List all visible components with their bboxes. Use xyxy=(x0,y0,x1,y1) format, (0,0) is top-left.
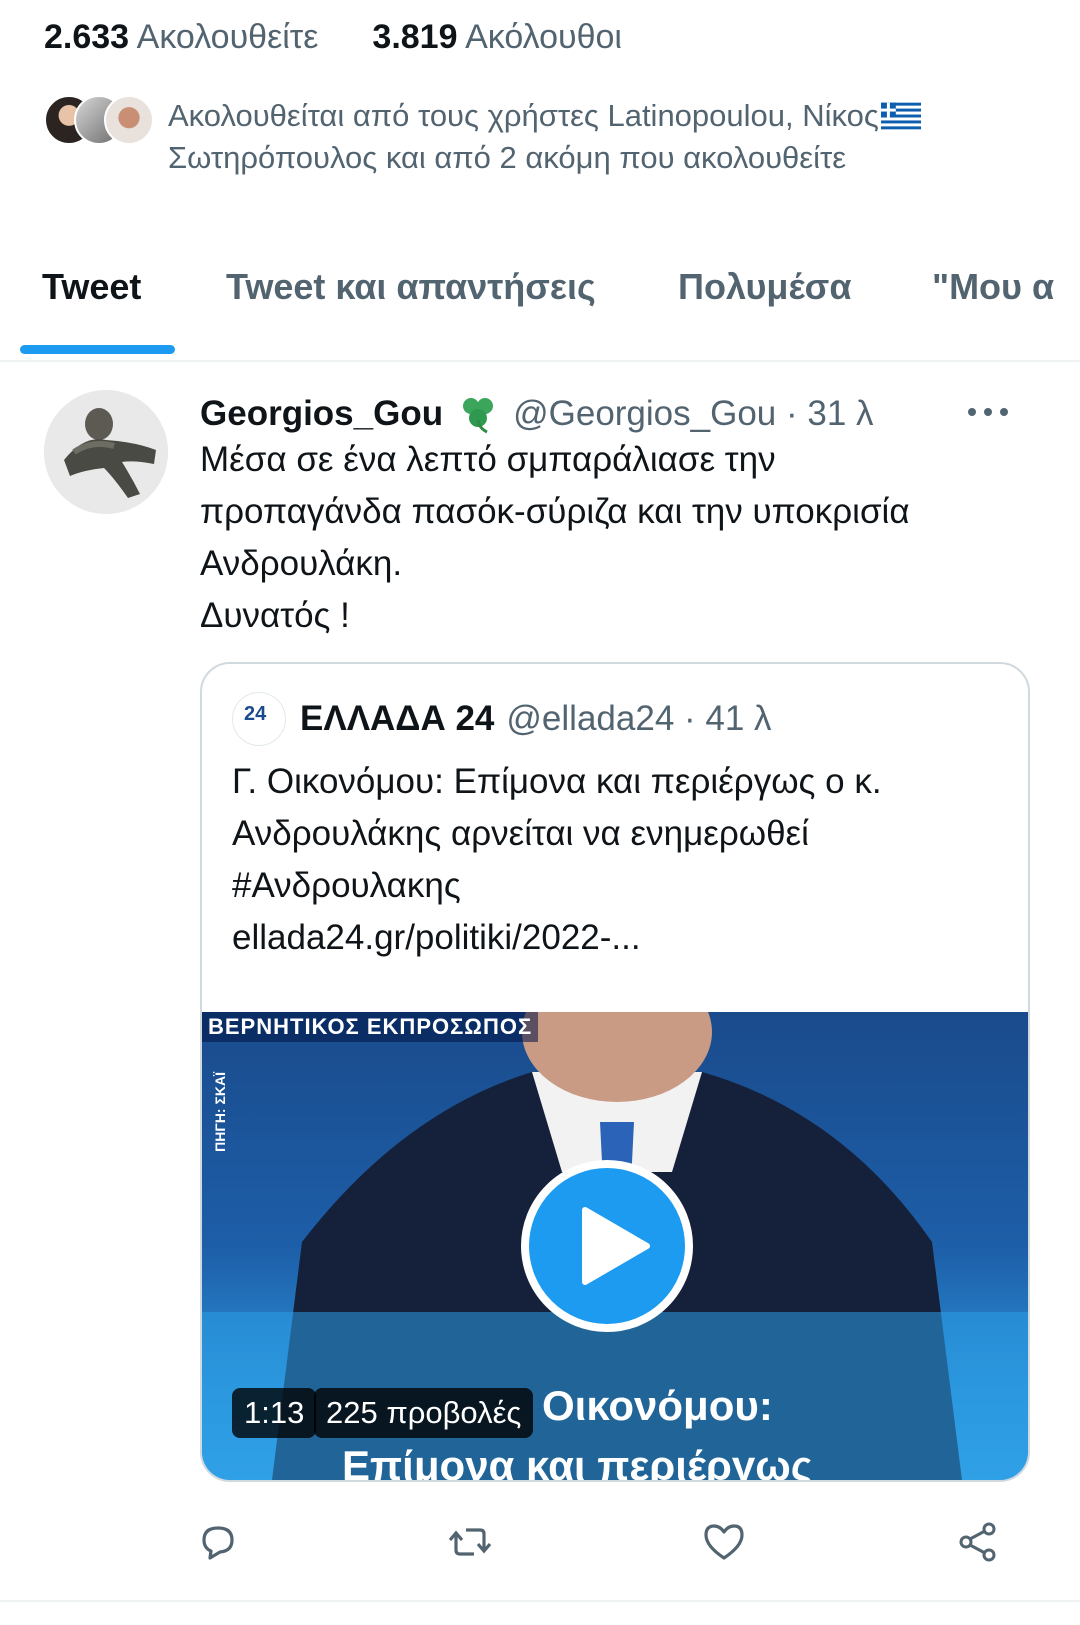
quoted-tweet[interactable]: 24 ΕΛΛΑΔΑ 24 @ellada24 · 41 λ Γ. Οικονόμ… xyxy=(200,662,1030,1482)
video-caption: Οικονόμου: xyxy=(542,1382,773,1429)
video-player[interactable]: ΒΕΡΝΗΤΙΚΟΣ ΕΚΠΡΟΣΩΠΟΣ ΠΗΓΗ: ΣΚΑΪ Οικονόμ… xyxy=(202,1012,1028,1480)
divider xyxy=(0,1600,1080,1602)
statue-image xyxy=(44,390,168,514)
play-icon xyxy=(582,1207,650,1285)
tab-media[interactable]: Πολυμέσα xyxy=(678,266,851,308)
video-duration-badge: 1:13 xyxy=(232,1388,317,1438)
followers-link[interactable]: 3.819 Ακόλουθοι xyxy=(372,18,622,57)
followed-by-line-1: Ακολουθείται από τους χρήστες Latinopoul… xyxy=(168,98,879,133)
avatar[interactable] xyxy=(44,390,168,514)
video-caption-2: Επίμονα και περιέργως xyxy=(342,1442,813,1480)
followers-count: 3.819 xyxy=(372,18,458,56)
hashtag-link[interactable]: #Ανδρουλακης xyxy=(232,860,1002,912)
quoted-tweet-header: 24 ΕΛΛΑΔΑ 24 @ellada24 · 41 λ xyxy=(232,692,772,746)
reply-icon[interactable] xyxy=(196,1520,240,1564)
active-tab-indicator xyxy=(20,345,175,354)
ellada24-logo[interactable]: 24 xyxy=(232,692,286,746)
profile-stats: 2.633 Ακολουθείτε 3.819 Ακόλουθοι xyxy=(44,18,622,57)
quoted-tweet-text: Γ. Οικονόμου: Επίμονα και περιέργως ο κ.… xyxy=(232,756,1002,964)
url-link[interactable]: ellada24.gr/politiki/2022-... xyxy=(232,912,1002,964)
avatar xyxy=(104,95,154,145)
tab-likes[interactable]: "Μου α xyxy=(932,266,1054,308)
tweet-text-line: Μέσα σε ένα λεπτό σμπαράλιασε την xyxy=(200,440,776,479)
following-count: 2.633 xyxy=(44,18,130,56)
video-source-label: ΠΗΓΗ: ΣΚΑΪ xyxy=(212,1072,228,1152)
tab-tweets-and-replies[interactable]: Tweet και απαντήσεις xyxy=(226,266,596,308)
followed-by-text: Ακολουθείται από τους χρήστες Latinopoul… xyxy=(168,95,921,179)
greek-flag-icon xyxy=(880,102,921,130)
tweet-text-line: Δυνατός ! xyxy=(200,596,350,635)
play-button[interactable] xyxy=(521,1160,693,1332)
tweet-header: Georgios_Gou @Georgios_Gou · 31 λ xyxy=(200,394,874,434)
tweet-text-line: Ανδρουλάκη. xyxy=(200,544,403,583)
author-name[interactable]: Georgios_Gou xyxy=(200,394,443,434)
quoted-text-line: Ανδρουλάκης αρνείται να ενημερωθεί xyxy=(232,814,809,853)
author-handle[interactable]: @Georgios_Gou · 31 λ xyxy=(513,394,873,434)
followed-by-row[interactable]: Ακολουθείται από τους χρήστες Latinopoul… xyxy=(44,95,1020,179)
follower-avatars xyxy=(44,95,154,145)
quoted-author-name: ΕΛΛΑΔΑ 24 xyxy=(300,699,495,738)
following-link[interactable]: 2.633 Ακολουθείτε xyxy=(44,18,318,57)
tweet-text: Μέσα σε ένα λεπτό σμπαράλιασε την προπαγ… xyxy=(200,434,1020,642)
tab-tweets[interactable]: Tweet xyxy=(42,266,141,308)
quoted-text-line: Γ. Οικονόμου: Επίμονα και περιέργως ο κ. xyxy=(232,762,882,801)
retweet-icon[interactable] xyxy=(448,1520,492,1564)
following-label: Ακολουθείτε xyxy=(136,18,319,56)
video-views-badge: 225 προβολές xyxy=(314,1388,534,1438)
video-banner: ΒΕΡΝΗΤΙΚΟΣ ΕΚΠΡΟΣΩΠΟΣ xyxy=(202,1012,539,1042)
profile-tabs: Tweet Tweet και απαντήσεις Πολυμέσα "Μου… xyxy=(0,240,1080,362)
tweet-text-line: προπαγάνδα πασόκ-σύριζα και την υποκρισί… xyxy=(200,492,910,531)
logo-text: 24 xyxy=(244,703,267,725)
share-icon[interactable] xyxy=(956,1520,1000,1564)
quoted-author-handle: @ellada24 · 41 λ xyxy=(506,699,772,738)
followed-by-line-2: Σωτηρόπουλος και από 2 ακόμη που ακολουθ… xyxy=(168,140,847,175)
tweet-actions xyxy=(0,1500,1080,1580)
like-icon[interactable] xyxy=(702,1520,746,1564)
more-options-icon[interactable] xyxy=(966,402,1010,422)
shamrock-icon xyxy=(463,398,494,434)
followers-label: Ακόλουθοι xyxy=(465,18,622,56)
